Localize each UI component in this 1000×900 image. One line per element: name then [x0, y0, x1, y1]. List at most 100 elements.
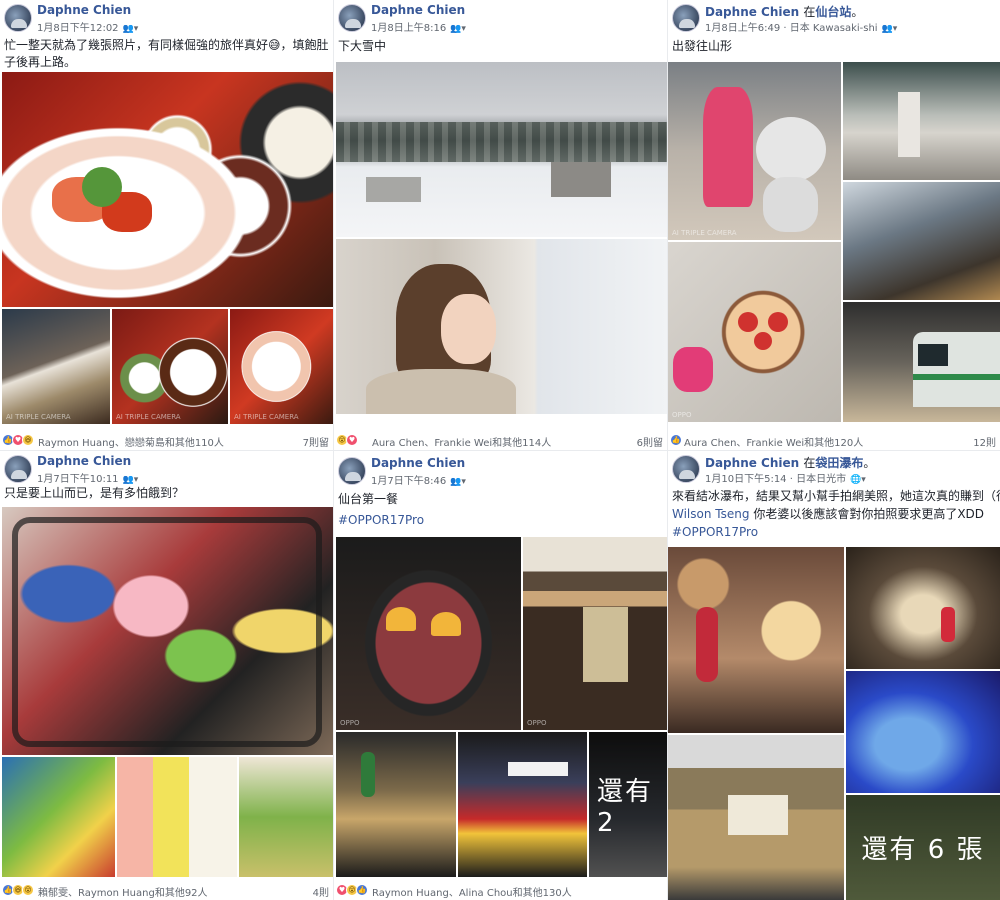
author-name[interactable]: Daphne Chien	[705, 5, 799, 19]
photo-station-2[interactable]	[843, 182, 1000, 300]
post-header: Daphne Chien 在袋田瀑布。 1月10日下午5:14 · 日本日光市 🌐…	[668, 451, 1000, 487]
globe-icon[interactable]: 🌐▾	[850, 475, 866, 485]
photo-train[interactable]	[843, 302, 1000, 422]
like-icon: 👍	[356, 884, 368, 896]
friends-icon[interactable]: 👥▾	[123, 24, 139, 34]
post-time[interactable]: 1月7日下午10:11	[37, 474, 119, 485]
camera-watermark: AI TRIPLE CAMERA	[234, 413, 299, 421]
post-footer: 😮 ♥ Aura Chen、Frankie Wei和其他114人 6則留	[334, 430, 667, 450]
post-time[interactable]: 1月8日上午6:49	[705, 23, 780, 34]
camera-watermark: AI TRIPLE CAMERA	[116, 413, 181, 421]
reactors-text[interactable]: 賴郁雯、Raymon Huang和其他92人	[38, 884, 208, 899]
post-text: 下大雪中	[338, 39, 387, 53]
more-photos-overlay[interactable]: 還有 6 張	[846, 795, 1000, 900]
post-text: 出發往山形	[672, 39, 733, 53]
photo-thumb-3[interactable]: AI TRIPLE CAMERA	[230, 309, 333, 424]
reaction-icons[interactable]: 👍	[670, 434, 682, 446]
reaction-icons[interactable]: 👍 ♥ 😆	[2, 434, 34, 446]
photo-snacks-2[interactable]	[117, 757, 237, 877]
post-card-2: Daphne Chien 1月8日上午8:16 👥▾ 下大雪中 😮 ♥ Aura C…	[334, 0, 667, 450]
photo-basket[interactable]	[2, 507, 333, 755]
reactors-text[interactable]: Raymon Huang、戀戀菊島和其他110人	[38, 434, 224, 449]
post-meta: 1月7日下午10:11 👥▾	[37, 470, 138, 485]
camera-watermark: AI TRIPLE CAMERA	[6, 413, 71, 421]
post-text: 來看結冰瀑布，結果又幫小幫手拍網美照，她這次真的賺到（很敢說	[672, 489, 1000, 503]
checkin-place[interactable]: 仙台站	[815, 5, 851, 19]
photo-thumb-1[interactable]: AI TRIPLE CAMERA	[2, 309, 110, 424]
avatar[interactable]	[4, 4, 32, 32]
post-header: Daphne Chien 1月7日下午8:46 👥▾	[334, 451, 667, 487]
post-meta: 1月8日上午6:49 · 日本 Kawasaki-shi 👥▾	[705, 23, 898, 34]
author-line: Daphne Chien 在仙台站。	[705, 3, 863, 20]
post-card-4: Daphne Chien 1月7日下午10:11 👥▾ 只是要上山而已，是有多怕餓…	[0, 451, 333, 900]
author-name[interactable]: Daphne Chien	[705, 456, 799, 470]
hashtag[interactable]: #OPPOR17Pro	[672, 524, 758, 541]
checkin-place[interactable]: 袋田瀑布	[815, 456, 863, 470]
author-name[interactable]: Daphne Chien	[371, 3, 465, 17]
post-meta: 1月7日下午8:46 👥▾	[371, 472, 466, 487]
post-time[interactable]: 1月10日下午5:14	[705, 474, 787, 485]
reaction-icons[interactable]: 👍 😆 😮	[2, 884, 34, 896]
avatar[interactable]	[672, 455, 700, 483]
photo-tunnel-2[interactable]	[846, 671, 1000, 793]
photo-portrait[interactable]	[336, 239, 667, 414]
post-meta: 1月10日下午5:14 · 日本日光市 🌐▾	[705, 474, 866, 485]
checkin-suffix: 。	[851, 5, 864, 19]
photo-street-2[interactable]	[458, 732, 587, 877]
wow-icon: 😮	[22, 884, 34, 896]
avatar[interactable]	[672, 4, 700, 32]
post-time[interactable]: 1月8日下午12:02	[37, 23, 119, 34]
comment-count[interactable]: 6則留	[637, 434, 663, 449]
photo-shop[interactable]	[668, 735, 844, 900]
comment-count[interactable]: 12則	[973, 434, 996, 449]
photo-street-3[interactable]: 還有 2	[589, 732, 667, 877]
post-time[interactable]: 1月8日上午8:16	[371, 23, 446, 34]
photo-street-1[interactable]	[336, 732, 456, 877]
reactors-text[interactable]: Aura Chen、Frankie Wei和其他120人	[684, 434, 863, 449]
avatar[interactable]	[4, 455, 32, 483]
photo-station-1[interactable]	[843, 62, 1000, 180]
post-time[interactable]: 1月7日下午8:46	[371, 476, 446, 487]
post-text: 仙台第一餐	[338, 492, 399, 506]
post-card-5: Daphne Chien 1月7日下午8:46 👥▾ 仙台第一餐 #OPPOR17…	[334, 451, 667, 900]
photo-yakiniku[interactable]: OPPO	[336, 537, 521, 730]
mention-link[interactable]: Wilson Tseng	[672, 507, 749, 521]
reaction-icons[interactable]: 😮 ♥	[336, 434, 358, 446]
photo-tunnel-1[interactable]	[846, 547, 1000, 669]
reaction-icons[interactable]: ♥ 😮 👍	[336, 884, 368, 896]
author-name[interactable]: Daphne Chien	[37, 3, 131, 17]
comment-count[interactable]: 4則	[313, 884, 329, 899]
photo-lanterns[interactable]	[668, 547, 844, 733]
photo-thumb-2[interactable]: AI TRIPLE CAMERA	[112, 309, 228, 424]
reactors-text[interactable]: Raymon Huang、Alina Chou和其他130人	[372, 884, 572, 899]
photo-restaurant[interactable]: OPPO	[523, 537, 667, 730]
photo-snow[interactable]	[336, 62, 667, 237]
author-name[interactable]: Daphne Chien	[371, 456, 465, 470]
photo-tunnel-3[interactable]: 還有 6 張	[846, 795, 1000, 900]
more-photos-overlay[interactable]: 還有 2	[589, 732, 667, 877]
reactors-text[interactable]: Aura Chen、Frankie Wei和其他114人	[372, 434, 551, 449]
photo-snacks-1[interactable]	[2, 757, 115, 877]
hashtag[interactable]: #OPPOR17Pro	[338, 512, 424, 529]
meta-place[interactable]: 日本 Kawasaki-shi	[790, 23, 878, 34]
friends-icon[interactable]: 👥▾	[882, 24, 898, 34]
avatar[interactable]	[338, 457, 366, 485]
photo-anpanman[interactable]: AI TRIPLE CAMERA	[668, 62, 841, 240]
post-header: Daphne Chien 1月8日下午12:02 👥▾	[0, 0, 333, 36]
avatar[interactable]	[338, 4, 366, 32]
post-footer: 👍 Aura Chen、Frankie Wei和其他120人 12則	[668, 430, 1000, 450]
photo-snacks-3[interactable]	[239, 757, 333, 877]
comment-count[interactable]: 7則留	[303, 434, 329, 449]
love-icon: ♥	[346, 434, 358, 446]
post-footer: 👍 😆 😮 賴郁雯、Raymon Huang和其他92人 4則	[0, 880, 333, 900]
photo-anpanman-floor[interactable]: OPPO	[668, 242, 841, 422]
friends-icon[interactable]: 👥▾	[450, 477, 466, 487]
friends-icon[interactable]: 👥▾	[123, 475, 139, 485]
post-card-6: Daphne Chien 在袋田瀑布。 1月10日下午5:14 · 日本日光市 🌐…	[668, 451, 1000, 900]
mention-line: Wilson Tseng 你老婆以後應該會對你拍照要求更高了XDD	[672, 506, 984, 523]
photo-main[interactable]	[2, 72, 333, 307]
friends-icon[interactable]: 👥▾	[450, 24, 466, 34]
author-name[interactable]: Daphne Chien	[37, 454, 131, 468]
author-line: Daphne Chien 在袋田瀑布。	[705, 454, 875, 471]
meta-place[interactable]: 日本日光市	[796, 474, 846, 485]
